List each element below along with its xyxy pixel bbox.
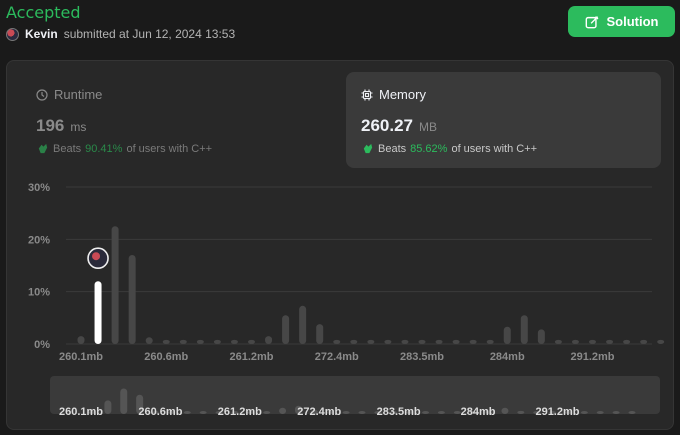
bar[interactable]: [640, 339, 648, 344]
overview-bar: [358, 411, 366, 414]
overview-bar: [199, 411, 207, 414]
bar[interactable]: [111, 226, 119, 344]
overview-bar: [279, 407, 287, 414]
overview-tick-label: 283.5mb: [377, 406, 421, 418]
bar[interactable]: [520, 315, 528, 344]
overview-bar: [342, 411, 350, 414]
bar[interactable]: [657, 339, 665, 344]
overview-bar: [437, 411, 445, 414]
overview-tick-label: 272.4mb: [297, 406, 341, 418]
y-tick-label: 10%: [28, 287, 50, 299]
bar[interactable]: [554, 339, 562, 344]
y-tick-label: 0%: [34, 339, 50, 351]
x-tick-label: 260.6mb: [144, 351, 188, 363]
bar[interactable]: [469, 339, 477, 344]
bar[interactable]: [248, 339, 255, 344]
bar[interactable]: [537, 329, 545, 344]
bar[interactable]: [503, 326, 511, 344]
bar[interactable]: [316, 324, 324, 344]
overview-bar: [104, 400, 112, 414]
overview-bar: [183, 411, 191, 414]
overview-tick-label: 260.1mb: [59, 406, 103, 418]
bar[interactable]: [418, 339, 426, 344]
bar[interactable]: [145, 337, 153, 344]
bar[interactable]: [401, 339, 409, 344]
overview-tick-label: 284mb: [461, 406, 496, 418]
overview-bar: [612, 411, 620, 414]
x-tick-label: 261.2mb: [229, 351, 273, 363]
bar[interactable]: [623, 339, 631, 344]
bar[interactable]: [333, 339, 341, 344]
bar[interactable]: [589, 339, 596, 344]
x-tick-label: 283.5mb: [400, 351, 444, 363]
bar[interactable]: [282, 315, 290, 344]
overview-bar: [263, 411, 271, 414]
overview-bar: [517, 410, 525, 414]
bar[interactable]: [571, 339, 579, 344]
bar[interactable]: [606, 339, 614, 344]
bar[interactable]: [213, 339, 221, 344]
memory-distribution-chart: 30% 20% 10% 0% 260.1mb 260.6mb 261.2mb 272.4mb 2…: [28, 182, 665, 418]
bar-highlight[interactable]: [94, 281, 102, 344]
bar[interactable]: [230, 339, 238, 344]
x-tick-label: 272.4mb: [315, 351, 359, 363]
overview-tick-label: 291.2mb: [535, 406, 579, 418]
bar[interactable]: [128, 255, 136, 344]
bar[interactable]: [77, 336, 85, 344]
bar[interactable]: [486, 339, 494, 344]
y-tick-label: 20%: [28, 234, 50, 246]
user-marker-avatar-detail: [92, 252, 101, 261]
bar[interactable]: [452, 339, 460, 344]
bar[interactable]: [196, 339, 204, 344]
x-tick-label: 284mb: [490, 351, 525, 363]
bar[interactable]: [367, 339, 375, 344]
x-tick-label: 260.1mb: [59, 351, 103, 363]
y-tick-label: 30%: [28, 182, 50, 194]
overview-bar: [120, 388, 128, 414]
bar[interactable]: [299, 305, 307, 344]
overview-bar: [596, 411, 604, 414]
overview-bar: [628, 411, 636, 414]
overview-tick-label: 260.6mb: [138, 406, 182, 418]
bar[interactable]: [162, 339, 170, 344]
overview-bar: [422, 411, 430, 414]
overview-bar: [501, 407, 509, 414]
overview-bar: [580, 411, 588, 414]
bar[interactable]: [179, 339, 187, 344]
overview-tick-label: 261.2mb: [218, 406, 262, 418]
x-tick-label: 291.2mb: [570, 351, 614, 363]
bar[interactable]: [384, 339, 392, 344]
bar[interactable]: [350, 339, 358, 344]
bar[interactable]: [265, 336, 273, 344]
bar[interactable]: [435, 339, 443, 344]
